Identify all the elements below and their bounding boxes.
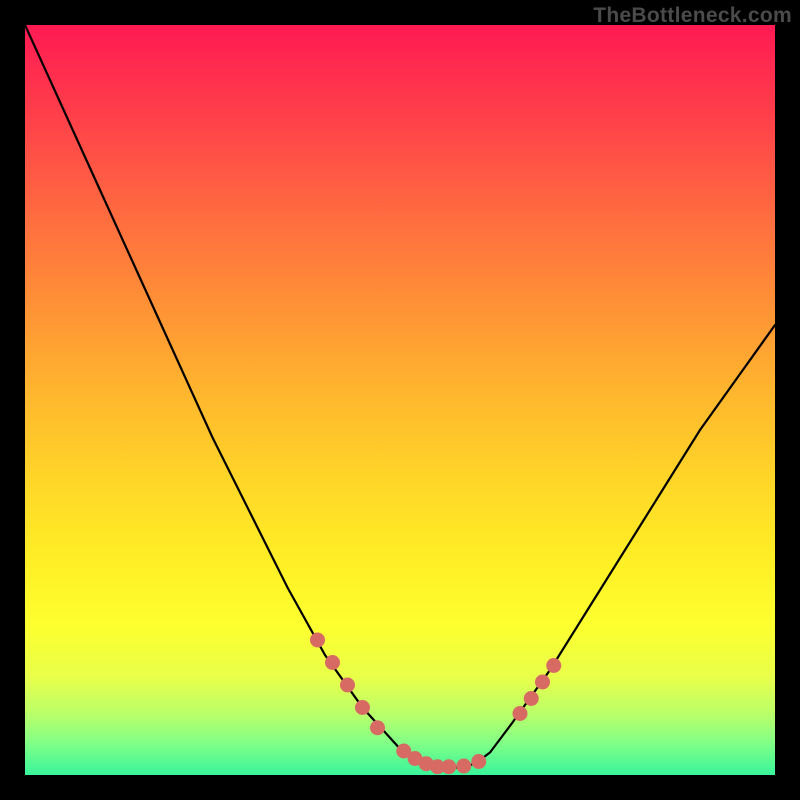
highlight-markers (310, 633, 561, 775)
marker-dot (325, 655, 340, 670)
marker-dot (546, 658, 561, 673)
marker-dot (441, 759, 456, 774)
marker-dot (355, 700, 370, 715)
marker-dot (513, 706, 528, 721)
marker-dot (456, 759, 471, 774)
plot-area (25, 25, 775, 775)
chart-svg (25, 25, 775, 775)
curve-line (25, 25, 775, 768)
marker-dot (310, 633, 325, 648)
marker-dot (535, 675, 550, 690)
watermark-text: TheBottleneck.com (593, 4, 792, 28)
marker-dot (370, 720, 385, 735)
marker-dot (340, 678, 355, 693)
marker-dot (471, 754, 486, 769)
marker-dot (524, 691, 539, 706)
